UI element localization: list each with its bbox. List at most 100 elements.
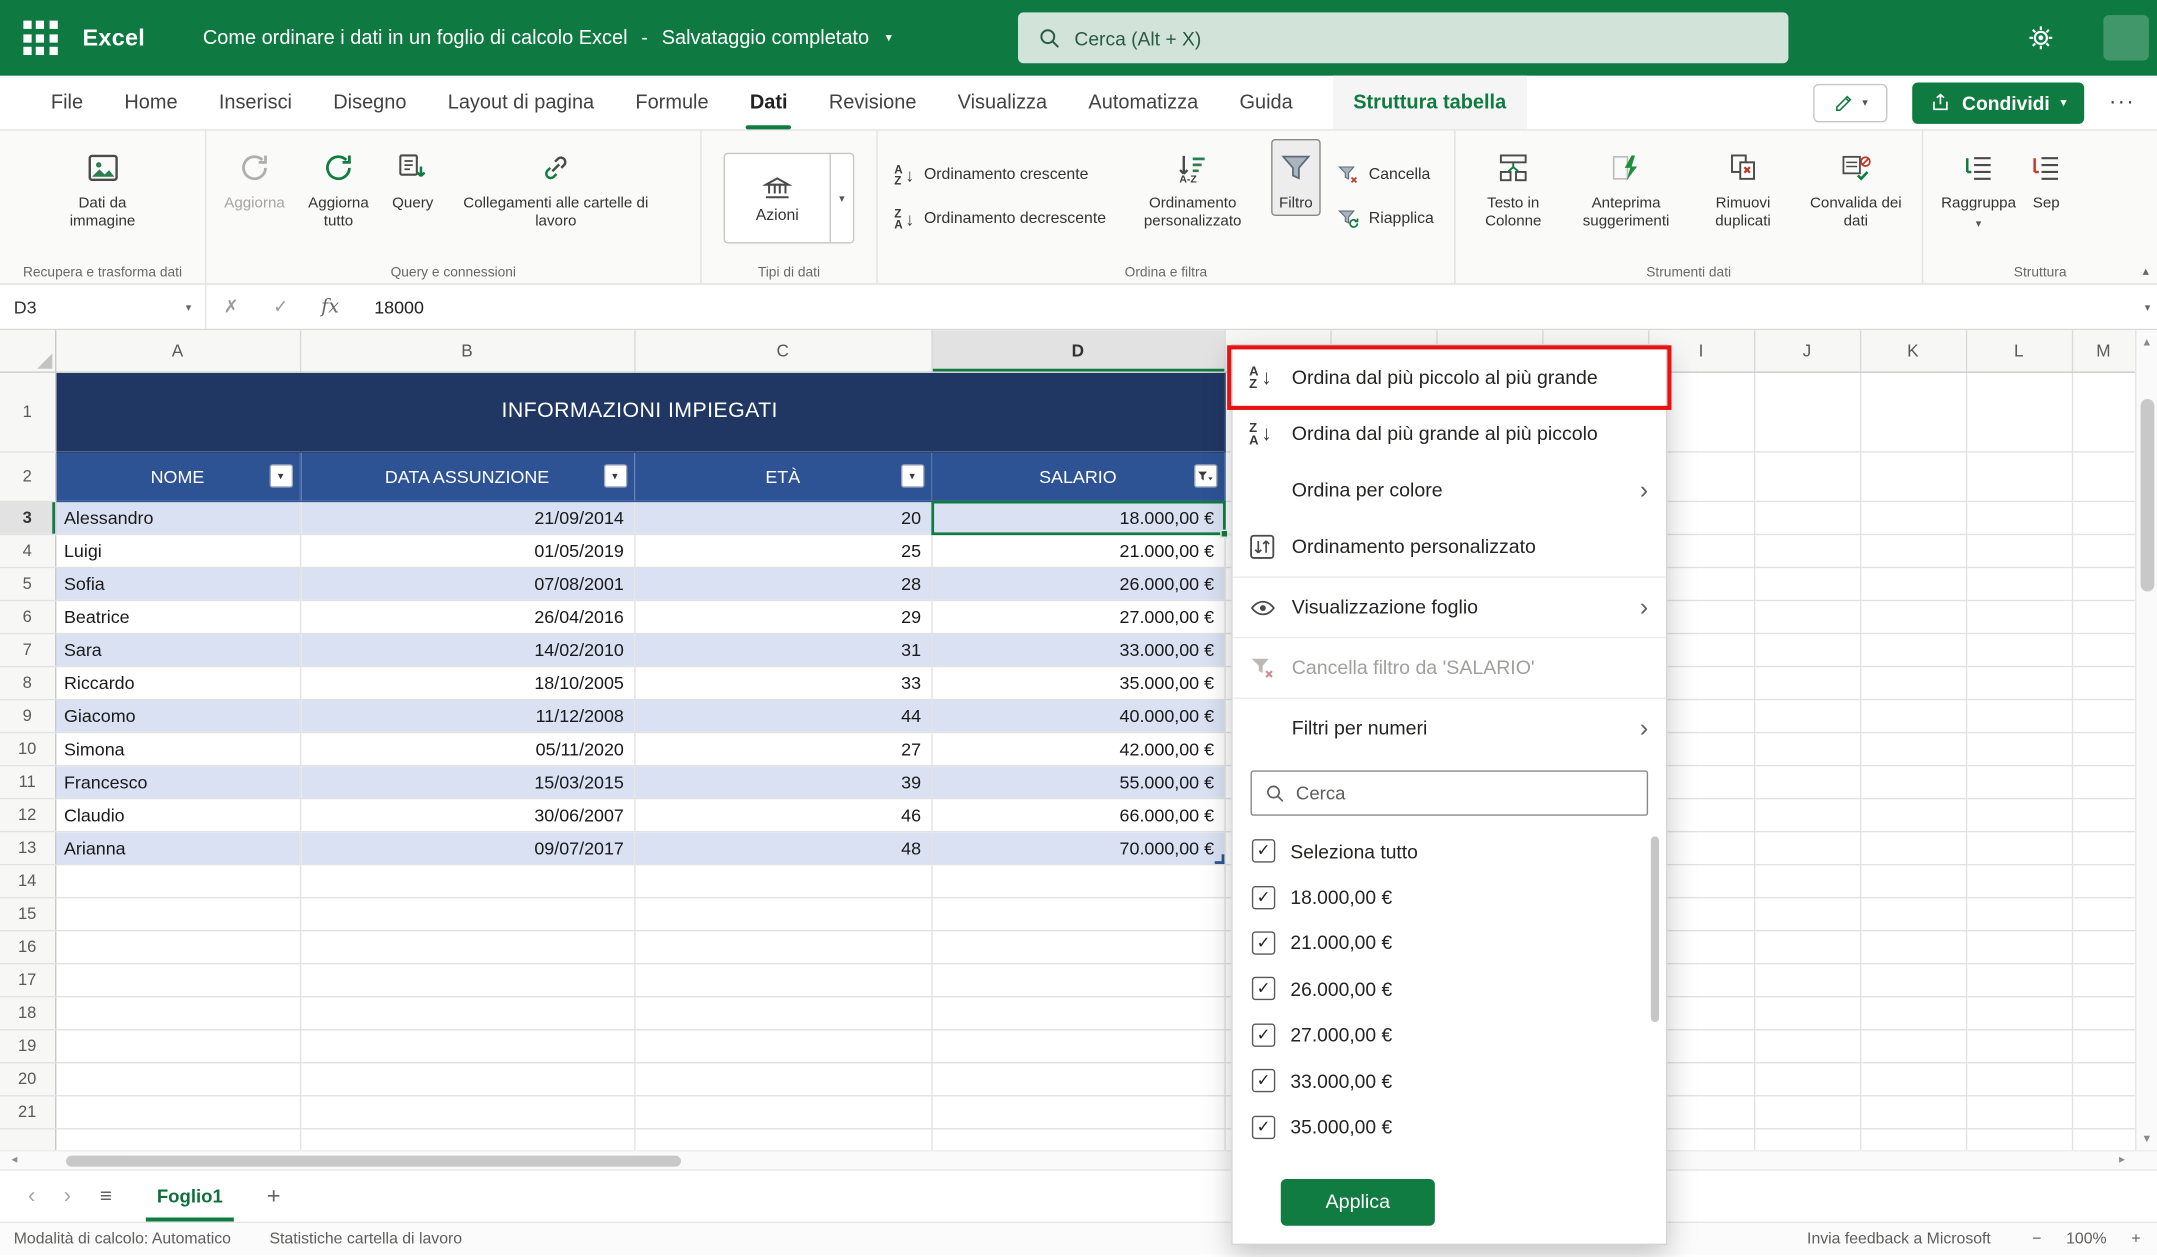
row-header-1[interactable]: 1 <box>0 371 55 451</box>
collapse-ribbon-icon[interactable]: ▴ <box>2143 264 2149 279</box>
menu-number-filters[interactable]: Filtri per numeri › <box>1233 700 1666 756</box>
cell-D13[interactable]: 70.000,00 € <box>931 831 1224 864</box>
cell-B16[interactable] <box>300 930 634 963</box>
cell-J11[interactable] <box>1754 765 1860 798</box>
cell-D18[interactable] <box>931 996 1224 1029</box>
formula-input[interactable]: 18000 <box>374 296 2157 317</box>
cell-A20[interactable] <box>55 1062 300 1095</box>
cell-K21[interactable] <box>1860 1095 1966 1128</box>
tab-inserisci[interactable]: Inserisci <box>198 76 312 130</box>
cell-C9[interactable]: 44 <box>634 699 931 732</box>
cell-D22[interactable] <box>931 1128 1224 1150</box>
cell-J15[interactable] <box>1754 897 1860 930</box>
cell-J9[interactable] <box>1754 699 1860 732</box>
cell-D14[interactable] <box>931 864 1224 897</box>
azioni-button[interactable]: Azioni <box>725 154 830 242</box>
cell-M7[interactable] <box>2072 633 2135 666</box>
cell-D3[interactable]: 18.000,00 € <box>931 501 1224 534</box>
cell-D5[interactable]: 26.000,00 € <box>931 567 1224 600</box>
cell-C8[interactable]: 33 <box>634 666 931 699</box>
scroll-right-icon[interactable]: ► <box>2117 1156 2127 1166</box>
cell-L10[interactable] <box>1966 732 2072 765</box>
cell-B22[interactable] <box>300 1128 634 1150</box>
add-sheet-icon[interactable]: + <box>256 1182 292 1210</box>
cell-L20[interactable] <box>1966 1062 2072 1095</box>
row-header-8[interactable]: 8 <box>0 666 55 699</box>
row-header-16[interactable]: 16 <box>0 930 55 963</box>
cell-M10[interactable] <box>2072 732 2135 765</box>
cell-C20[interactable] <box>634 1062 931 1095</box>
row-header-17[interactable]: 17 <box>0 963 55 996</box>
testo-in-colonne-button[interactable]: Testo in Colonne <box>1466 139 1560 234</box>
row-header-18[interactable]: 18 <box>0 996 55 1029</box>
scroll-up-icon[interactable]: ▲ <box>2136 336 2157 348</box>
cell-D9[interactable]: 40.000,00 € <box>931 699 1224 732</box>
row-header-13[interactable]: 13 <box>0 831 55 864</box>
chevron-down-icon[interactable]: ▾ <box>886 30 892 45</box>
menu-clear-filter-disabled[interactable]: Cancella filtro da 'SALARIO' <box>1233 640 1666 696</box>
share-button[interactable]: Condividi ▾ <box>1913 82 2085 123</box>
horizontal-scrollbar-thumb[interactable] <box>66 1156 681 1167</box>
cell-C14[interactable] <box>634 864 931 897</box>
query-button[interactable]: Query <box>385 139 440 216</box>
cell-M2[interactable] <box>2072 451 2135 501</box>
cell-A14[interactable] <box>55 864 300 897</box>
tab-guida[interactable]: Guida <box>1219 76 1314 130</box>
cell-D7[interactable]: 33.000,00 € <box>931 633 1224 666</box>
cell-L1[interactable] <box>1966 371 2072 451</box>
expand-formula-bar-icon[interactable]: ▾ <box>2145 301 2151 313</box>
scroll-left-icon[interactable]: ◄ <box>10 1156 20 1166</box>
all-sheets-menu-icon[interactable]: ≡ <box>85 1184 126 1207</box>
filter-checkbox-value-4[interactable]: ✓27.000,00 € <box>1233 1012 1666 1058</box>
filter-search-input[interactable]: Cerca <box>1251 770 1649 815</box>
cell-B20[interactable] <box>300 1062 634 1095</box>
tab-revisione[interactable]: Revisione <box>808 76 937 130</box>
filter-checkbox-select-all[interactable]: ✓Seleziona tutto <box>1233 828 1666 874</box>
cell-M6[interactable] <box>2072 600 2135 633</box>
cell-D17[interactable] <box>931 963 1224 996</box>
cell-C18[interactable] <box>634 996 931 1029</box>
cell-B14[interactable] <box>300 864 634 897</box>
list-scrollbar-thumb[interactable] <box>1651 836 1659 1022</box>
row-header-6[interactable]: 6 <box>0 600 55 633</box>
app-launcher-icon[interactable] <box>19 17 60 58</box>
table-header-DATA ASSUNZIONE[interactable]: DATA ASSUNZIONE▾ <box>300 451 634 501</box>
zoom-out-button[interactable]: − <box>2032 1231 2041 1248</box>
cell-C22[interactable] <box>634 1128 931 1150</box>
cell-M4[interactable] <box>2072 534 2135 567</box>
row-header-4[interactable]: 4 <box>0 534 55 567</box>
cell-K9[interactable] <box>1860 699 1966 732</box>
cell-C6[interactable]: 29 <box>634 600 931 633</box>
menu-sort-smallest-to-largest[interactable]: AZ↓ Ordina dal più piccolo al più grande <box>1233 349 1666 405</box>
cell-A19[interactable] <box>55 1029 300 1062</box>
column-header-K[interactable]: K <box>1860 330 1966 371</box>
cell-A3[interactable]: Alessandro <box>55 501 300 534</box>
row-header-3[interactable]: 3 <box>0 501 55 534</box>
cell-D4[interactable]: 21.000,00 € <box>931 534 1224 567</box>
ordinamento-personalizzato-button[interactable]: A-Z Ordinamento personalizzato <box>1123 139 1263 234</box>
separa-button-clipped[interactable]: Sep <box>2023 139 2070 216</box>
cell-J14[interactable] <box>1754 864 1860 897</box>
cell-M12[interactable] <box>2072 798 2135 831</box>
cell-J16[interactable] <box>1754 930 1860 963</box>
cell-A10[interactable]: Simona <box>55 732 300 765</box>
cell-L8[interactable] <box>1966 666 2072 699</box>
cell-D11[interactable]: 55.000,00 € <box>931 765 1224 798</box>
cell-M8[interactable] <box>2072 666 2135 699</box>
row-header-19[interactable]: 19 <box>0 1029 55 1062</box>
cell-K7[interactable] <box>1860 633 1966 666</box>
vertical-scrollbar-thumb[interactable] <box>2141 399 2155 592</box>
cell-J6[interactable] <box>1754 600 1860 633</box>
tab-dati-active[interactable]: Dati <box>729 76 808 130</box>
row-header-21[interactable]: 21 <box>0 1095 55 1128</box>
cell-A4[interactable]: Luigi <box>55 534 300 567</box>
row-header-7[interactable]: 7 <box>0 633 55 666</box>
table-resize-handle[interactable] <box>1215 854 1225 864</box>
cell-D19[interactable] <box>931 1029 1224 1062</box>
cell-J20[interactable] <box>1754 1062 1860 1095</box>
dati-da-immagine-button[interactable]: Dati da immagine <box>52 139 154 234</box>
column-header-B[interactable]: B <box>300 330 634 371</box>
row-header-12[interactable]: 12 <box>0 798 55 831</box>
cell-B17[interactable] <box>300 963 634 996</box>
cell-L5[interactable] <box>1966 567 2072 600</box>
